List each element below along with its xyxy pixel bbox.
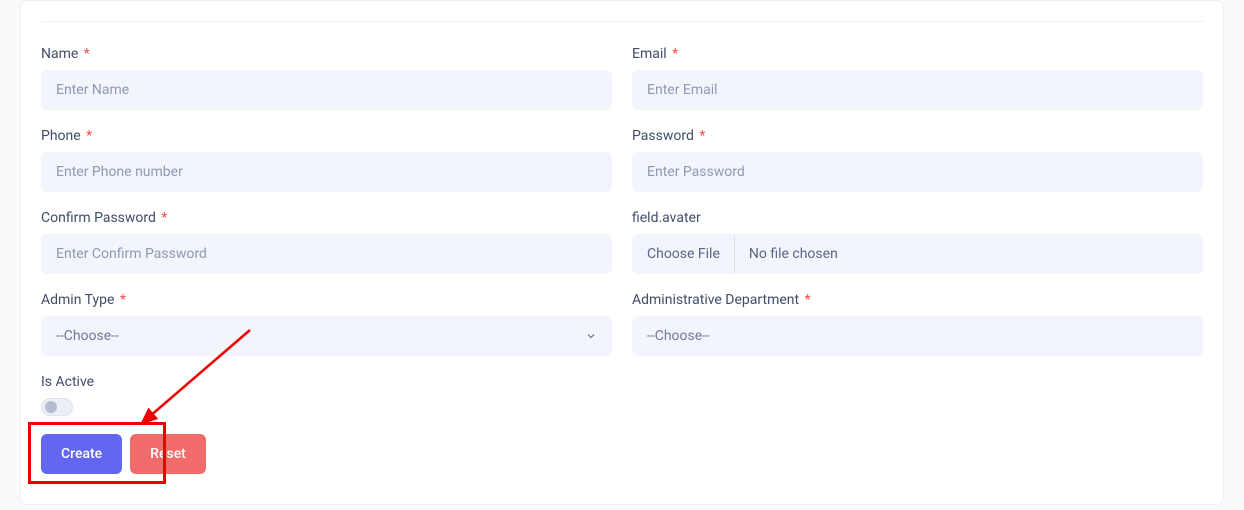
label-text: Email [632, 46, 667, 62]
button-row: Create Reset [41, 434, 1203, 474]
form-group-name: Name * [41, 46, 612, 110]
label-text: Password [632, 128, 694, 144]
label-department: Administrative Department * [632, 292, 1203, 308]
choose-file-button[interactable]: Choose File [633, 235, 735, 273]
form-group-confirm-password: Confirm Password * [41, 210, 612, 274]
department-select[interactable]: --Choose-- [632, 316, 1203, 356]
required-marker: * [805, 292, 811, 308]
label-password: Password * [632, 128, 1203, 144]
name-input[interactable] [41, 70, 612, 110]
required-marker: * [84, 46, 90, 62]
form-group-is-active: Is Active [41, 374, 612, 416]
form-group-admin-type: Admin Type * --Choose-- [41, 292, 612, 356]
label-email: Email * [632, 46, 1203, 62]
avatar-file-input[interactable]: Choose File No file chosen [632, 234, 1203, 274]
is-active-toggle[interactable] [41, 398, 73, 416]
form-card: Name * Email * Phone * Password * [20, 0, 1224, 505]
label-text: Administrative Department [632, 292, 799, 308]
label-admin-type: Admin Type * [41, 292, 612, 308]
form-grid: Name * Email * Phone * Password * [41, 46, 1203, 416]
label-text: field.avater [632, 210, 701, 226]
confirm-password-input[interactable] [41, 234, 612, 274]
label-phone: Phone * [41, 128, 612, 144]
select-value: --Choose-- [56, 328, 119, 344]
form-group-department: Administrative Department * --Choose-- [632, 292, 1203, 356]
required-marker: * [672, 46, 678, 62]
phone-input[interactable] [41, 152, 612, 192]
password-input[interactable] [632, 152, 1203, 192]
form-group-avatar: field.avater Choose File No file chosen [632, 210, 1203, 274]
label-text: Is Active [41, 374, 94, 390]
select-value: --Choose-- [647, 328, 710, 344]
label-name: Name * [41, 46, 612, 62]
label-text: Confirm Password [41, 210, 156, 226]
reset-button[interactable]: Reset [130, 434, 206, 474]
divider [41, 21, 1203, 22]
form-group-email: Email * [632, 46, 1203, 110]
email-input[interactable] [632, 70, 1203, 110]
admin-type-select[interactable]: --Choose-- [41, 316, 612, 356]
form-group-phone: Phone * [41, 128, 612, 192]
label-confirm-password: Confirm Password * [41, 210, 612, 226]
label-text: Name [41, 46, 78, 62]
required-marker: * [86, 128, 92, 144]
label-avatar: field.avater [632, 210, 1203, 226]
create-button[interactable]: Create [41, 434, 122, 474]
label-is-active: Is Active [41, 374, 612, 390]
form-group-password: Password * [632, 128, 1203, 192]
chevron-down-icon [585, 330, 597, 342]
required-marker: * [120, 292, 126, 308]
label-text: Admin Type [41, 292, 114, 308]
required-marker: * [161, 210, 167, 226]
toggle-knob [45, 401, 57, 413]
required-marker: * [699, 128, 705, 144]
file-status-text: No file chosen [735, 246, 852, 262]
label-text: Phone [41, 128, 81, 144]
